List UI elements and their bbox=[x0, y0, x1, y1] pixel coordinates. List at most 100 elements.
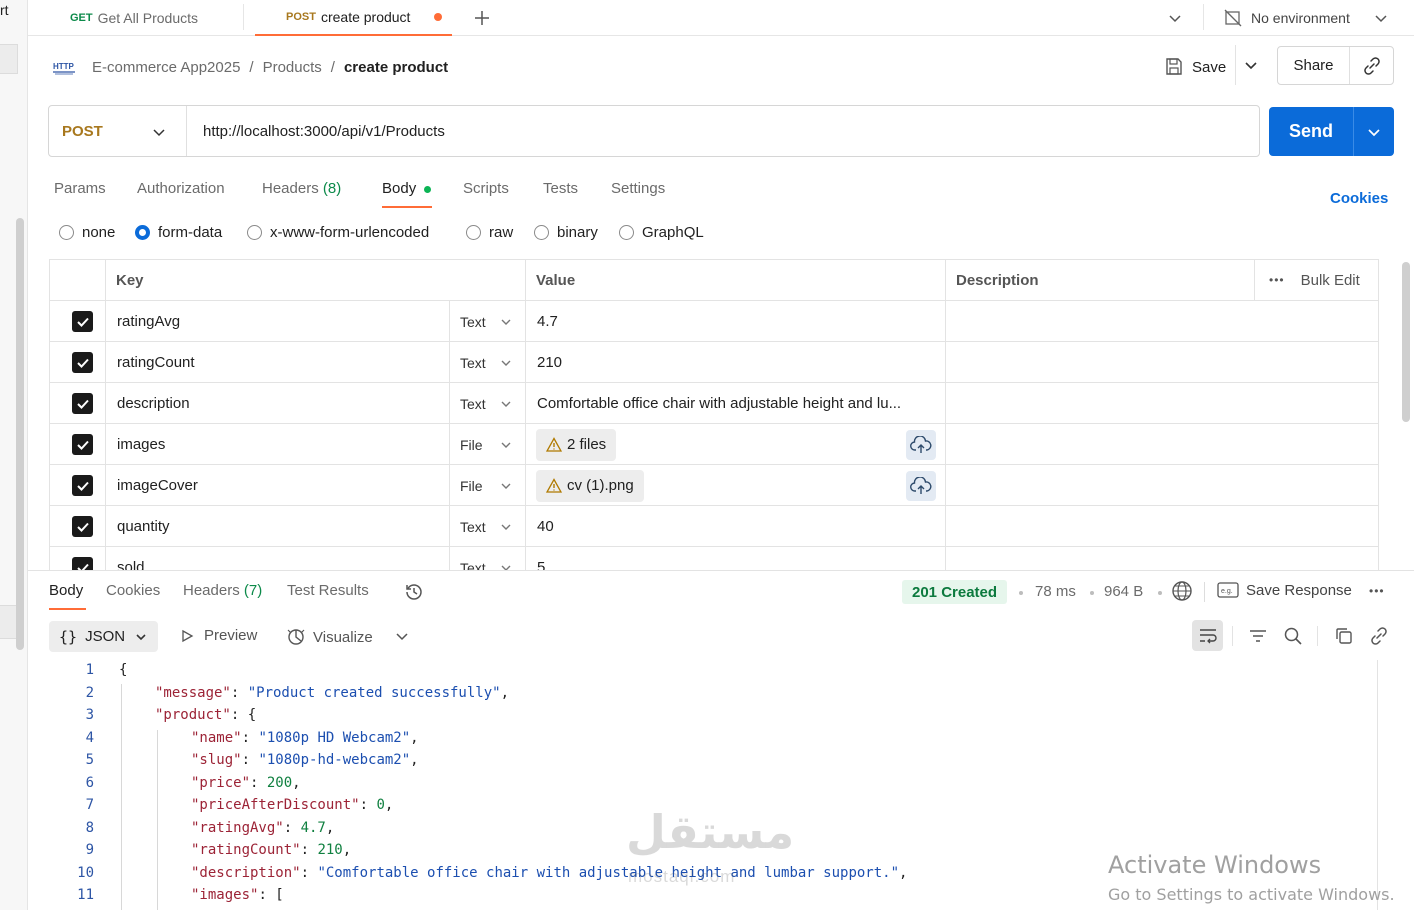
more-options-icon[interactable]: ••• bbox=[1269, 273, 1285, 287]
wrap-lines-button[interactable] bbox=[1192, 620, 1223, 651]
preview-button[interactable]: Preview bbox=[180, 627, 257, 644]
radio-form-data[interactable]: form-data bbox=[135, 224, 222, 241]
type-selector[interactable]: File bbox=[450, 424, 526, 465]
response-time[interactable]: 78 ms bbox=[1035, 583, 1076, 600]
history-button[interactable] bbox=[403, 581, 425, 606]
copy-link-button[interactable] bbox=[1363, 620, 1394, 651]
new-tab-button[interactable] bbox=[473, 0, 491, 36]
file-chip[interactable]: cv (1).png bbox=[536, 469, 644, 502]
radio-binary[interactable]: binary bbox=[534, 224, 598, 241]
description-cell[interactable] bbox=[946, 465, 1378, 506]
value-cell[interactable]: cv (1).png bbox=[526, 465, 946, 506]
value-cell[interactable]: 2 files bbox=[526, 424, 946, 465]
row-checkbox[interactable] bbox=[72, 516, 93, 537]
type-selector[interactable]: Text bbox=[450, 506, 526, 547]
type-selector[interactable]: Text bbox=[450, 383, 526, 424]
save-response-button[interactable]: e.g. Save Response bbox=[1217, 580, 1352, 600]
method-selector[interactable]: POST bbox=[49, 106, 187, 156]
visualize-options-button[interactable] bbox=[395, 629, 409, 643]
more-options-icon[interactable]: ••• bbox=[1369, 584, 1385, 598]
value-cell[interactable]: Comfortable office chair with adjustable… bbox=[526, 383, 946, 424]
visualize-button[interactable]: Visualize bbox=[286, 627, 373, 647]
search-button[interactable] bbox=[1277, 620, 1308, 651]
tab-authorization[interactable]: Authorization bbox=[137, 180, 225, 197]
share-button[interactable]: Share bbox=[1278, 47, 1350, 84]
tab-create-product[interactable]: POST create product bbox=[255, 0, 452, 36]
key-cell[interactable]: images bbox=[106, 424, 450, 465]
response-tab-body[interactable]: Body bbox=[49, 582, 83, 599]
key-cell[interactable]: ratingCount bbox=[106, 342, 450, 383]
value-cell[interactable]: 40 bbox=[526, 506, 946, 547]
upload-button[interactable] bbox=[906, 471, 936, 501]
key-cell[interactable]: imageCover bbox=[106, 465, 450, 506]
breadcrumb-folder[interactable]: Products bbox=[263, 59, 322, 76]
response-tab-headers[interactable]: Headers (7) bbox=[183, 582, 262, 599]
environment-selector[interactable]: No environment bbox=[1224, 0, 1388, 36]
sidebar-scrollbar[interactable] bbox=[16, 218, 24, 650]
row-checkbox[interactable] bbox=[72, 352, 93, 373]
response-size[interactable]: 964 B bbox=[1104, 583, 1143, 600]
copy-link-button[interactable] bbox=[1350, 56, 1393, 76]
code-token: "priceAfterDiscount" bbox=[191, 797, 360, 813]
table-scrollbar[interactable] bbox=[1402, 262, 1410, 422]
status-badge[interactable]: 201 Created bbox=[902, 580, 1008, 604]
tab-label: Get All Products bbox=[97, 10, 199, 26]
filter-button[interactable] bbox=[1242, 620, 1273, 651]
breadcrumb-request[interactable]: create product bbox=[344, 59, 448, 76]
type-selector[interactable]: Text bbox=[450, 301, 526, 342]
type-selector[interactable]: Text bbox=[450, 547, 526, 571]
row-checkbox[interactable] bbox=[72, 434, 93, 455]
upload-button[interactable] bbox=[906, 430, 936, 460]
pane-divider[interactable] bbox=[28, 570, 1414, 571]
copy-button[interactable] bbox=[1328, 620, 1359, 651]
save-button[interactable]: Save bbox=[1164, 55, 1226, 79]
key-cell[interactable]: ratingAvg bbox=[106, 301, 450, 342]
code-token: 0 bbox=[376, 797, 385, 813]
value-cell[interactable]: 4.7 bbox=[526, 301, 946, 342]
row-checkbox[interactable] bbox=[72, 475, 93, 496]
radio-urlencoded[interactable]: x-www-form-urlencoded bbox=[247, 224, 429, 241]
value-cell[interactable]: 210 bbox=[526, 342, 946, 383]
row-checkbox[interactable] bbox=[72, 393, 93, 414]
radio-raw[interactable]: raw bbox=[466, 224, 513, 241]
value-cell[interactable]: 5 bbox=[526, 547, 946, 571]
row-checkbox[interactable] bbox=[72, 311, 93, 332]
value-text: 4.7 bbox=[537, 313, 558, 330]
key-cell[interactable]: sold bbox=[106, 547, 450, 571]
tab-params[interactable]: Params bbox=[54, 180, 106, 197]
tabs-dropdown-button[interactable] bbox=[1168, 0, 1182, 36]
file-chip[interactable]: 2 files bbox=[536, 428, 617, 461]
description-cell[interactable] bbox=[946, 547, 1378, 571]
type-selector[interactable]: Text bbox=[450, 342, 526, 383]
url-input[interactable]: http://localhost:3000/api/v1/Products bbox=[187, 123, 445, 140]
save-options-button[interactable] bbox=[1235, 45, 1265, 85]
breadcrumb-collection[interactable]: E-commerce App2025 bbox=[92, 59, 240, 76]
tab-headers[interactable]: Headers (8) bbox=[262, 180, 341, 197]
cookies-link[interactable]: Cookies bbox=[1330, 190, 1388, 207]
key-cell[interactable]: description bbox=[106, 383, 450, 424]
response-tab-cookies[interactable]: Cookies bbox=[106, 582, 160, 599]
description-cell[interactable] bbox=[946, 383, 1378, 424]
tab-scripts[interactable]: Scripts bbox=[463, 180, 509, 197]
tab-get-all-products[interactable]: GET Get All Products bbox=[70, 0, 198, 36]
row-checkbox[interactable] bbox=[72, 557, 93, 571]
bulk-edit-button[interactable]: Bulk Edit bbox=[1301, 272, 1360, 289]
tab-tests[interactable]: Tests bbox=[543, 180, 578, 197]
network-info-button[interactable] bbox=[1171, 580, 1193, 605]
key-cell[interactable]: quantity bbox=[106, 506, 450, 547]
description-cell[interactable] bbox=[946, 301, 1378, 342]
description-cell[interactable] bbox=[946, 342, 1378, 383]
description-cell[interactable] bbox=[946, 506, 1378, 547]
tab-body[interactable]: Body bbox=[382, 180, 432, 197]
response-tab-test-results[interactable]: Test Results bbox=[287, 582, 369, 599]
radio-none[interactable]: none bbox=[59, 224, 115, 241]
copy-icon bbox=[1335, 627, 1352, 644]
description-cell[interactable] bbox=[946, 424, 1378, 465]
send-options-button[interactable] bbox=[1354, 125, 1394, 139]
sidebar-block[interactable] bbox=[0, 44, 18, 74]
send-button[interactable]: Send bbox=[1269, 121, 1353, 142]
tab-settings[interactable]: Settings bbox=[611, 180, 665, 197]
type-selector[interactable]: File bbox=[450, 465, 526, 506]
radio-graphql[interactable]: GraphQL bbox=[619, 224, 704, 241]
format-selector[interactable]: {} JSON bbox=[49, 621, 158, 652]
